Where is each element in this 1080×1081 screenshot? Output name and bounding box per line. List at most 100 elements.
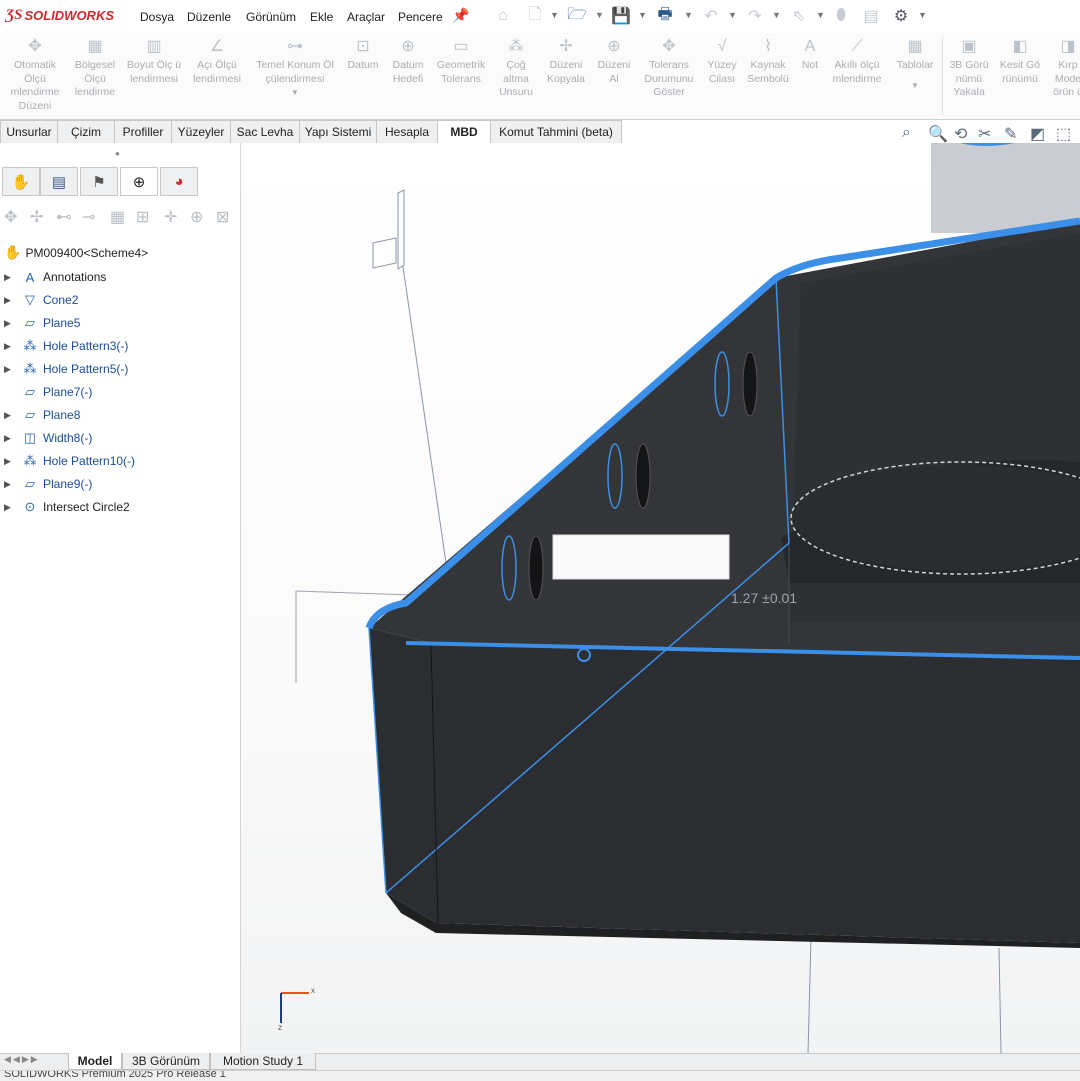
crop-model-view-button[interactable]: ◨ Kırp Mode örün ü	[1046, 37, 1080, 100]
tab-komut-tahmini[interactable]: Komut Tahmini (beta)	[490, 120, 622, 143]
redo-icon[interactable]: ↷	[744, 5, 766, 27]
pin-icon[interactable]: 📌	[452, 7, 469, 24]
expand-arrow-icon[interactable]: ▶	[4, 318, 20, 329]
tree-item[interactable]: ▶ ⁂ Hole Pattern3(-)	[4, 336, 128, 356]
datum-icon[interactable]: ⊞	[136, 207, 149, 227]
copy-scheme-button[interactable]: ✢ Düzeni Kopyala	[542, 37, 590, 86]
solidworks-logo[interactable]: ƷS SOLIDWORKS	[6, 7, 114, 24]
show-tolerance-status-button[interactable]: ✥ Tolerans Durumunu Göster	[638, 37, 700, 100]
zoom-to-fit-icon[interactable]: ⌕	[902, 124, 911, 142]
tab-unsurlar[interactable]: Unsurlar	[0, 120, 58, 143]
expand-arrow-icon[interactable]: ▶	[4, 433, 20, 444]
tree-item[interactable]: ▶ ⁂ Hole Pattern10(-)	[4, 451, 135, 471]
tab-cizim[interactable]: Çizim	[57, 120, 115, 143]
chevron-down-icon[interactable]: ▼	[772, 10, 781, 20]
auto-dimension-scheme-button[interactable]: ✥ Otomatik Ölçü mlendirme Düzeni	[4, 37, 66, 113]
note-button[interactable]: A Not	[794, 37, 826, 73]
location-dimension-icon[interactable]: ✢	[30, 207, 43, 227]
chevron-down-icon[interactable]: ▼	[918, 10, 927, 20]
section-view-button[interactable]: ◧ Kesit Gö rünümü	[996, 37, 1044, 86]
display-style-icon[interactable]: ◩	[1030, 124, 1045, 144]
menu-pencere[interactable]: Pencere	[398, 10, 443, 24]
home-icon[interactable]: ⌂	[492, 5, 514, 27]
expand-arrow-icon[interactable]: ▶	[4, 410, 20, 421]
size-dimension-icon[interactable]: ⊷	[56, 207, 72, 227]
open-folder-icon[interactable]: 🗁	[566, 5, 588, 27]
weld-symbol-button[interactable]: ⌇ Kaynak Sembolü	[744, 37, 792, 86]
model-3d-view[interactable]: 1.27 ±0.01 x z	[241, 143, 1080, 1053]
tables-button[interactable]: ▦ Tablolar ▼	[890, 37, 940, 92]
tree-item[interactable]: ▶ ▱ Plane8	[4, 405, 80, 425]
expand-arrow-icon[interactable]: ▶	[4, 272, 20, 283]
view-orientation-icon[interactable]: ✎	[1004, 124, 1017, 144]
chevron-down-icon[interactable]: ▼	[890, 79, 940, 93]
section-view-icon[interactable]: ✂	[978, 124, 991, 144]
expand-arrow-icon[interactable]: ▶	[4, 456, 20, 467]
chevron-down-icon[interactable]: ▼	[684, 10, 693, 20]
part-body[interactable]	[368, 221, 1080, 948]
gear-icon[interactable]: ⚙	[890, 5, 912, 27]
tree-item[interactable]: ▶ ⁂ Hole Pattern5(-)	[4, 359, 128, 379]
tab-model[interactable]: Model	[68, 1053, 122, 1070]
tab-motion-study[interactable]: Motion Study 1	[210, 1053, 316, 1070]
datum-target-button[interactable]: ⊕ Datum Hedefi	[386, 37, 430, 86]
previous-view-icon[interactable]: ⟲	[954, 124, 967, 144]
capture-3d-view-button[interactable]: ▣ 3B Görü nümü Yakala	[944, 37, 994, 100]
graphics-viewport[interactable]: 1.27 ±0.01 x z	[241, 143, 1080, 1053]
dimension-text[interactable]: 1.27 ±0.01	[731, 590, 797, 606]
feature-manager-tab[interactable]: ✋	[2, 167, 40, 196]
pattern-feature-button[interactable]: ⁂ Çoğ altma Unsuru	[494, 37, 538, 100]
chevron-down-icon[interactable]: ▼	[638, 10, 647, 20]
tab-yapi-sistemi[interactable]: Yapı Sistemi	[299, 120, 377, 143]
tab-sac-levha[interactable]: Sac Levha	[230, 120, 300, 143]
menu-araclar[interactable]: Araçlar	[347, 10, 385, 24]
chevron-down-icon[interactable]: ▼	[250, 86, 340, 100]
pattern-icon[interactable]: ⊠	[216, 207, 229, 227]
tab-scroll-arrows[interactable]: ◀◀▶▶	[4, 1054, 40, 1065]
plane-indicator-left[interactable]	[372, 189, 405, 270]
tab-profiller[interactable]: Profiller	[114, 120, 172, 143]
chevron-down-icon[interactable]: ▼	[550, 10, 559, 20]
zoom-to-area-icon[interactable]: 🔍	[928, 124, 948, 144]
tab-yuzeyler[interactable]: Yüzeyler	[171, 120, 231, 143]
hide-show-items-icon[interactable]: ⬚	[1056, 124, 1071, 144]
undo-icon[interactable]: ↶	[700, 5, 722, 27]
dimension-label-box[interactable]	[552, 534, 730, 580]
configuration-manager-tab[interactable]: ⚑	[80, 167, 118, 196]
tab-hesapla[interactable]: Hesapla	[376, 120, 438, 143]
tolerance-status-icon[interactable]: ⊕	[190, 207, 203, 227]
location-dimension-button[interactable]: ▦ Bölgesel Ölçü lendirme	[68, 37, 122, 100]
basic-location-dimension-button[interactable]: ⊶ Temel Konum Öl çülendirmesi ▼	[250, 37, 340, 100]
expand-arrow-icon[interactable]: ▶	[4, 502, 20, 513]
new-document-icon[interactable]: 🗋	[524, 5, 546, 27]
tree-item[interactable]: ▶ ▽ Cone2	[4, 290, 78, 310]
menu-dosya[interactable]: Dosya	[140, 10, 174, 24]
property-manager-tab[interactable]: ▤	[40, 167, 78, 196]
display-manager-tab[interactable]: ◕	[160, 167, 198, 196]
tab-3d-view[interactable]: 3B Görünüm	[122, 1053, 210, 1070]
angle-dimension-button[interactable]: ∠ Açı Ölçü lendirmesi	[186, 37, 248, 86]
expand-arrow-icon[interactable]: ▶	[4, 479, 20, 490]
geometric-tolerance-button[interactable]: ▭ Geometrik Tolerans	[432, 37, 490, 86]
surface-finish-button[interactable]: √ Yüzey Cilası	[702, 37, 742, 86]
tree-item[interactable]: ▶ ⊙ Intersect Circle2	[4, 497, 130, 517]
menu-ekle[interactable]: Ekle	[310, 10, 333, 24]
tree-item[interactable]: ▱ Plane7(-)	[4, 382, 92, 402]
size-dimension-button[interactable]: ▥ Boyut Ölç ü lendirmesi	[124, 37, 184, 86]
select-cursor-icon[interactable]: ⇖	[788, 5, 810, 27]
smart-dimension-button[interactable]: ⟋ Akıllı ölçü mlendirme	[828, 37, 886, 86]
chevron-down-icon[interactable]: ▼	[816, 10, 825, 20]
datum-target-icon[interactable]: ✛	[164, 207, 177, 227]
panel-grip-icon[interactable]: ●	[115, 149, 120, 158]
tree-item[interactable]: ▶ ◫ Width8(-)	[4, 428, 92, 448]
datum-button[interactable]: ⊡ Datum	[343, 37, 383, 73]
print-icon[interactable]: 🖶	[654, 5, 676, 27]
menu-duzenle[interactable]: Düzenle	[187, 10, 231, 24]
dimxpert-manager-tab[interactable]: ⊕	[120, 167, 158, 196]
tree-root[interactable]: ✋ PM009400<Scheme4>	[4, 244, 148, 261]
chevron-down-icon[interactable]: ▼	[728, 10, 737, 20]
tab-mbd[interactable]: MBD	[437, 120, 491, 143]
chevron-down-icon[interactable]: ▼	[595, 10, 604, 20]
save-icon[interactable]: 💾	[610, 5, 632, 27]
menu-gorunum[interactable]: Görünüm	[246, 10, 296, 24]
